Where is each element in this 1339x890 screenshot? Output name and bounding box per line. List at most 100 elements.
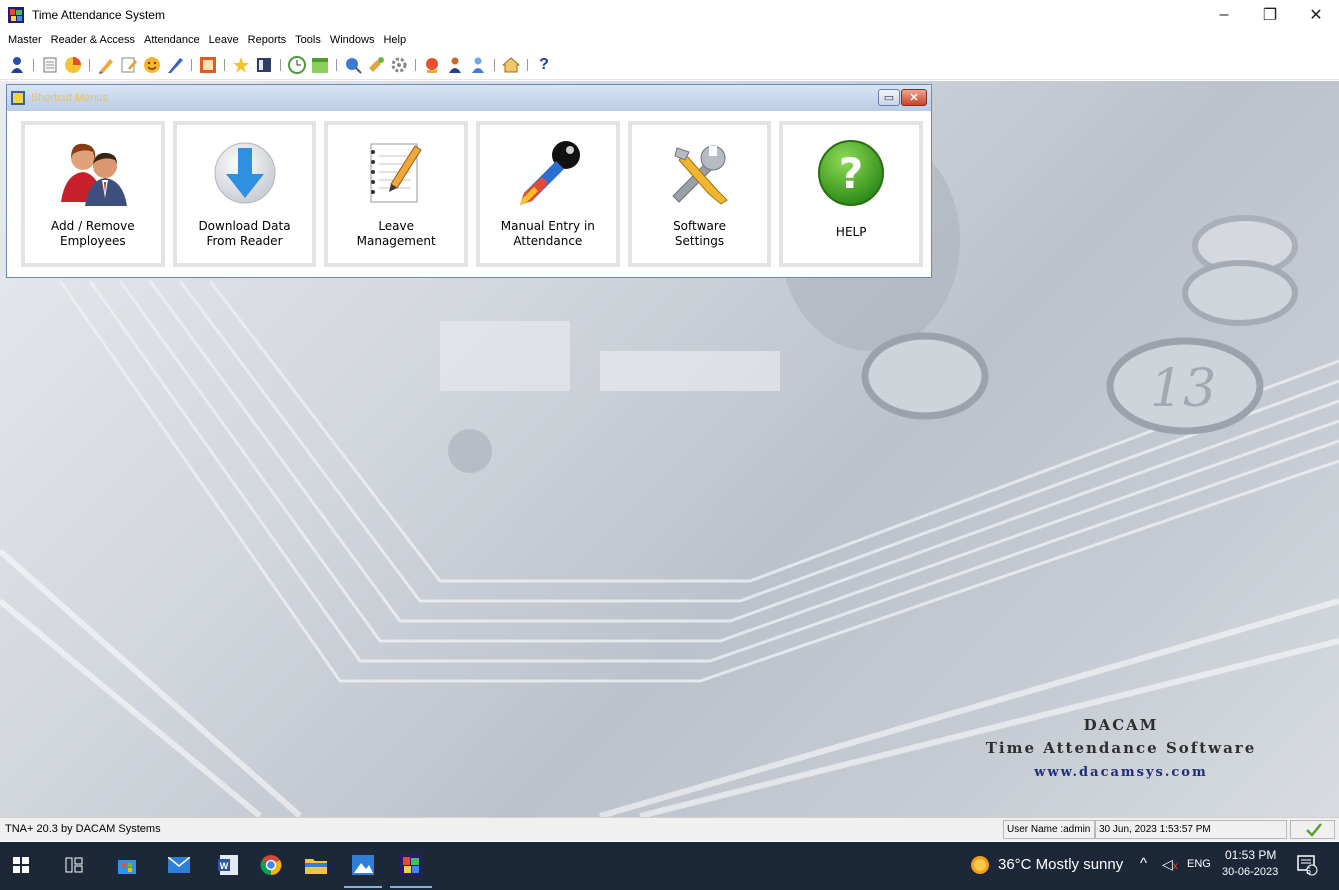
language-indicator[interactable]: ENG [1187,858,1211,870]
edit-icon[interactable] [120,56,138,74]
star-icon[interactable] [232,56,250,74]
tile-software-settings[interactable]: Software Settings [627,121,772,267]
microsoft-store-icon[interactable] [114,852,140,878]
globe-search-icon[interactable] [344,56,362,74]
chrome-icon[interactable] [258,852,284,878]
brand-tagline: Time Attendance Software [985,739,1257,757]
toolbar-separator [336,58,337,71]
task-view-icon[interactable] [61,852,87,878]
shortcut-window-controls: ▭ ✕ [878,89,927,106]
user-icon[interactable] [8,56,26,74]
tile-label: Manual Entry in Attendance [483,219,613,249]
toolbar-separator [494,58,495,71]
clock-icon[interactable] [288,55,306,74]
shortcut-menu-title: Shortcut Menus [31,92,109,104]
weather-sunny-icon[interactable] [967,852,993,878]
window-icon [11,91,25,105]
user-blue-icon[interactable] [469,56,487,74]
menu-tools[interactable]: Tools [293,33,323,47]
menu-reader-access[interactable]: Reader & Access [49,33,137,47]
shortcut-tiles: Add / Remove Employees Download Data Fro… [7,111,931,267]
menu-reports[interactable]: Reports [246,33,289,47]
clock-date[interactable]: 30-06-2023 [1222,866,1278,878]
toolbar-separator [89,58,90,71]
clock-time[interactable]: 01:53 PM [1225,848,1276,862]
photos-icon[interactable] [350,852,376,878]
tile-label-line2: From Reader [206,234,283,248]
app-logo-icon [8,7,24,23]
download-icon [205,133,285,213]
tile-label: HELP [786,225,916,240]
tile-label-line1: Add / Remove [51,219,135,233]
brand-url[interactable]: www.dacamsys.com [931,765,1311,780]
application-window: Time Attendance System – ❐ ✕ Master Read… [0,0,1339,890]
word-icon[interactable]: W [216,852,242,878]
speaker-muted-icon[interactable]: ◁x [1162,856,1178,873]
pie-chart-icon[interactable] [64,56,82,74]
user-name-panel: User Name :admin [1003,820,1095,839]
menu-bar: Master Reader & Access Attendance Leave … [0,30,1339,50]
active-app-indicator [344,886,382,888]
tile-leave-management[interactable]: Leave Management [324,121,469,267]
file-explorer-icon[interactable] [303,852,329,878]
smiley-icon[interactable] [143,56,161,74]
tools-icon [660,133,740,213]
windows-taskbar: W 36°C Mostly sunny ^ ◁x ENG 01:53 PM 30… [0,842,1339,890]
toolbar-separator [224,58,225,71]
document-icon[interactable] [41,56,59,74]
tile-label-line1: Manual Entry in [500,219,595,233]
book-icon[interactable] [255,56,273,74]
shortcut-menu-titlebar[interactable]: Shortcut Menus ▭ ✕ [7,85,931,111]
time-attendance-app-icon[interactable] [398,852,424,878]
tile-manual-entry[interactable]: Manual Entry in Attendance [476,121,620,267]
users-icon[interactable] [446,56,464,74]
help-icon[interactable]: ? [535,56,553,74]
report-icon[interactable] [423,56,441,74]
tile-download-data[interactable]: Download Data From Reader [172,121,317,267]
datetime-panel: 30 Jun, 2023 1:53:57 PM [1095,820,1287,839]
toolbar-separator [191,58,192,71]
shortcut-minimize-button[interactable]: ▭ [878,89,900,106]
menu-attendance[interactable]: Attendance [142,33,202,47]
menu-master[interactable]: Master [6,33,44,47]
version-text: TNA+ 20.3 by DACAM Systems [5,823,161,835]
shortcut-menu-window: Shortcut Menus ▭ ✕ Add / Remove Employee… [6,84,932,278]
toolbar-separator [527,58,528,71]
calendar-icon[interactable] [311,56,329,74]
menu-leave[interactable]: Leave [207,33,241,47]
paint-icon[interactable] [367,56,385,74]
svg-text:W: W [220,861,229,871]
tile-label-line2: Employees [59,234,126,248]
quill-icon[interactable] [166,56,184,74]
tile-label-line2: Management [356,234,436,248]
window-controls: – ❐ ✕ [1201,0,1339,30]
photo-icon[interactable] [199,56,217,74]
mail-icon[interactable] [166,852,192,878]
shortcut-close-button[interactable]: ✕ [901,89,927,106]
maximize-button[interactable]: ❐ [1247,0,1293,30]
pencil-icon[interactable] [97,56,115,74]
tile-label-line2: Settings [674,234,725,248]
toolbar-separator [33,58,34,71]
menu-windows[interactable]: Windows [328,33,377,47]
svg-text:13: 13 [1150,359,1216,419]
window-title: Time Attendance System [32,8,165,22]
brand-watermark: DACAM Time Attendance Software www.dacam… [931,716,1311,780]
windows-start-icon[interactable] [8,852,34,878]
tile-label: Software Settings [635,219,765,249]
close-button[interactable]: ✕ [1293,0,1339,30]
toolbar-separator [280,58,281,71]
gear-icon[interactable] [390,56,408,74]
home-icon[interactable] [502,56,520,74]
employees-icon [53,133,133,213]
weather-text[interactable]: 36°C Mostly sunny [998,856,1123,873]
chevron-up-icon[interactable]: ^ [1140,855,1147,872]
tile-help[interactable]: ? HELP [779,121,924,267]
menu-help[interactable]: Help [381,33,408,47]
minimize-button[interactable]: – [1201,0,1247,30]
tile-add-remove-employees[interactable]: Add / Remove Employees [21,121,165,267]
open-app-indicator [390,886,432,888]
tile-label-line2: Attendance [513,234,583,248]
toolbar: ? [0,50,1339,80]
brand-name: DACAM [1083,716,1159,734]
